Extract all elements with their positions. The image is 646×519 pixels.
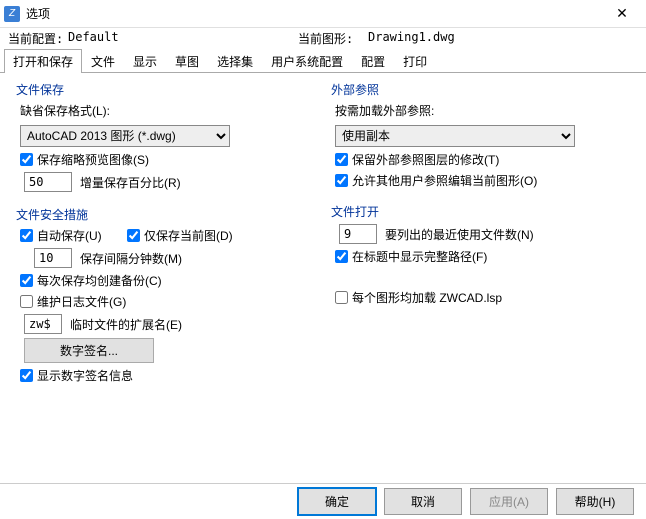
increment-input[interactable] (24, 172, 72, 192)
file-safety-title: 文件安全措施 (16, 206, 315, 223)
showsig-checkbox[interactable] (20, 369, 33, 382)
current-drawing-value: Drawing1.dwg (368, 30, 455, 47)
tab-open-save[interactable]: 打开和保存 (4, 49, 82, 73)
interval-label: 保存间隔分钟数(M) (80, 250, 182, 267)
apply-button[interactable]: 应用(A) (470, 488, 548, 515)
help-button[interactable]: 帮助(H) (556, 488, 634, 515)
file-open-title: 文件打开 (331, 203, 630, 220)
lsp-label: 每个图形均加载 ZWCAD.lsp (352, 289, 502, 306)
tab-file[interactable]: 文件 (82, 49, 124, 73)
thumbnail-label: 保存缩略预览图像(S) (37, 151, 149, 168)
default-format-select[interactable]: AutoCAD 2013 图形 (*.dwg) (20, 125, 230, 147)
ok-button[interactable]: 确定 (298, 488, 376, 515)
recent-input[interactable] (339, 224, 377, 244)
xref-load-select[interactable]: 使用副本 (335, 125, 575, 147)
tab-selection[interactable]: 选择集 (208, 49, 262, 73)
tmpext-input[interactable] (24, 314, 62, 334)
allowedit-label: 允许其他用户参照编辑当前图形(O) (352, 172, 537, 189)
tmpext-label: 临时文件的扩展名(E) (70, 316, 182, 333)
autosave-checkbox[interactable] (20, 229, 33, 242)
autosave-label: 自动保存(U) (37, 227, 127, 244)
log-checkbox[interactable] (20, 295, 33, 308)
current-drawing-label: 当前图形: (298, 30, 368, 47)
backup-label: 每次保存均创建备份(C) (37, 272, 162, 289)
tab-draft[interactable]: 草图 (166, 49, 208, 73)
cancel-button[interactable]: 取消 (384, 488, 462, 515)
xref-title: 外部参照 (331, 81, 630, 98)
onlycurrent-label: 仅保存当前图(D) (144, 227, 233, 244)
current-profile-label: 当前配置: (8, 30, 68, 47)
fullpath-label: 在标题中显示完整路径(F) (352, 248, 487, 265)
backup-checkbox[interactable] (20, 274, 33, 287)
file-save-title: 文件保存 (16, 81, 315, 98)
interval-input[interactable] (34, 248, 72, 268)
default-format-label: 缺省保存格式(L): (20, 102, 315, 119)
digital-sign-button[interactable]: 数字签名... (24, 338, 154, 363)
window-title: 选项 (26, 5, 602, 22)
fullpath-checkbox[interactable] (335, 250, 348, 263)
app-icon: Z (4, 6, 20, 22)
showsig-label: 显示数字签名信息 (37, 367, 133, 384)
close-icon[interactable]: ✕ (602, 1, 642, 26)
increment-label: 增量保存百分比(R) (80, 174, 181, 191)
lsp-checkbox[interactable] (335, 291, 348, 304)
allowedit-checkbox[interactable] (335, 174, 348, 187)
log-label: 维护日志文件(G) (37, 293, 126, 310)
tab-user-sys[interactable]: 用户系统配置 (262, 49, 352, 73)
tab-config[interactable]: 配置 (352, 49, 394, 73)
tab-bar: 打开和保存 文件 显示 草图 选择集 用户系统配置 配置 打印 (0, 49, 646, 73)
tab-display[interactable]: 显示 (124, 49, 166, 73)
current-profile-value: Default (68, 30, 298, 47)
thumbnail-checkbox[interactable] (20, 153, 33, 166)
onlycurrent-checkbox[interactable] (127, 229, 140, 242)
recent-label: 要列出的最近使用文件数(N) (385, 226, 534, 243)
xref-load-label: 按需加载外部参照: (335, 102, 630, 119)
tab-print[interactable]: 打印 (394, 49, 436, 73)
keeplayer-label: 保留外部参照图层的修改(T) (352, 151, 499, 168)
keeplayer-checkbox[interactable] (335, 153, 348, 166)
